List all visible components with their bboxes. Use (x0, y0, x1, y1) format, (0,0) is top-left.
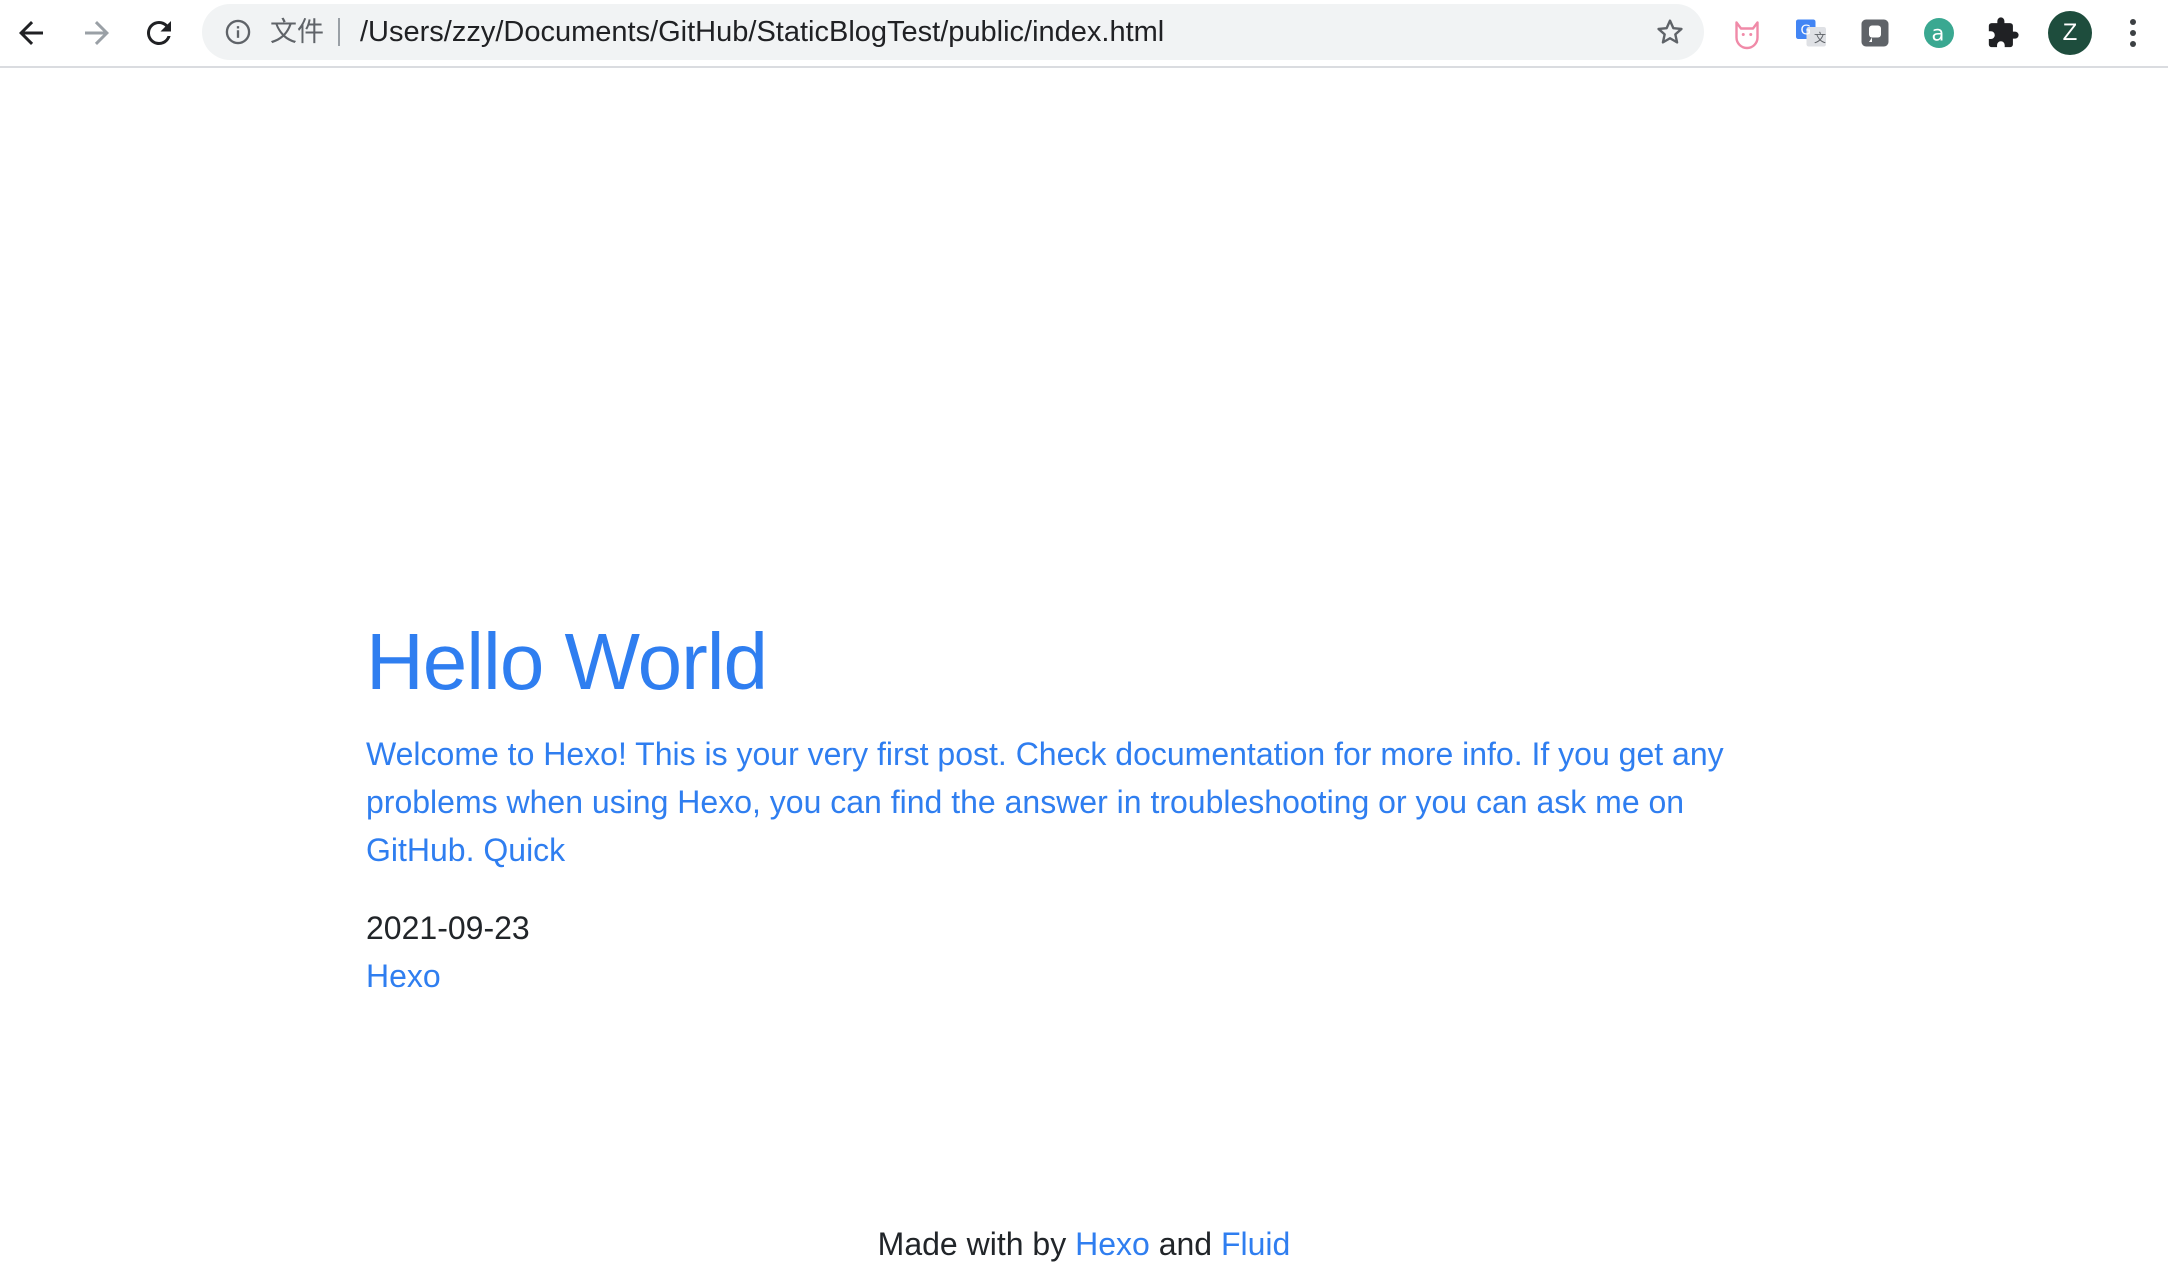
more-menu-icon[interactable] (2118, 12, 2148, 54)
arrow-right-icon (85, 21, 109, 45)
bookmark-star-icon[interactable] (1654, 16, 1686, 48)
post-title[interactable]: Hello World (366, 616, 1766, 708)
browser-toolbar: 文件 /Users/zzy/Documents/GitHub/StaticBlo… (0, 0, 2168, 68)
url-separator (338, 18, 340, 46)
svg-text:文: 文 (1814, 30, 1826, 45)
post-date: 2021-09-23 (366, 910, 530, 946)
url-text[interactable]: /Users/zzy/Documents/GitHub/StaticBlogTe… (360, 16, 1164, 48)
puzzle-square-icon[interactable] (1856, 14, 1894, 52)
footer-and: and (1158, 1226, 1213, 1262)
footer-fluid-link[interactable]: Fluid (1221, 1226, 1290, 1262)
letter-a-icon[interactable]: a (1920, 14, 1958, 52)
puzzle-icon[interactable] (1984, 14, 2022, 52)
footer-hexo-link[interactable]: Hexo (1075, 1226, 1150, 1262)
svg-text:a: a (1932, 22, 1945, 46)
forward-button[interactable] (72, 8, 122, 58)
post-excerpt[interactable]: Welcome to Hexo! This is your very first… (366, 730, 1766, 874)
reload-button[interactable] (134, 8, 184, 58)
cat-extension-icon[interactable] (1728, 14, 1766, 52)
page-footer: Made with by Hexo and Fluid (0, 1222, 2168, 1266)
arrow-left-icon (19, 21, 43, 45)
footer-prefix: Made with by (877, 1226, 1067, 1262)
back-button[interactable] (6, 8, 56, 58)
address-bar[interactable]: 文件 /Users/zzy/Documents/GitHub/StaticBlo… (202, 4, 1704, 60)
info-icon[interactable] (224, 18, 252, 46)
post-card: Hello World Welcome to Hexo! This is you… (366, 616, 1766, 1002)
google-translate-icon[interactable]: G 文 (1792, 14, 1830, 52)
reload-icon (146, 20, 171, 45)
post-category-link[interactable]: Hexo (366, 950, 1766, 1002)
url-scheme-label: 文件 (270, 17, 324, 47)
svg-text:G: G (1801, 23, 1811, 39)
profile-avatar[interactable]: Z (2048, 11, 2092, 55)
